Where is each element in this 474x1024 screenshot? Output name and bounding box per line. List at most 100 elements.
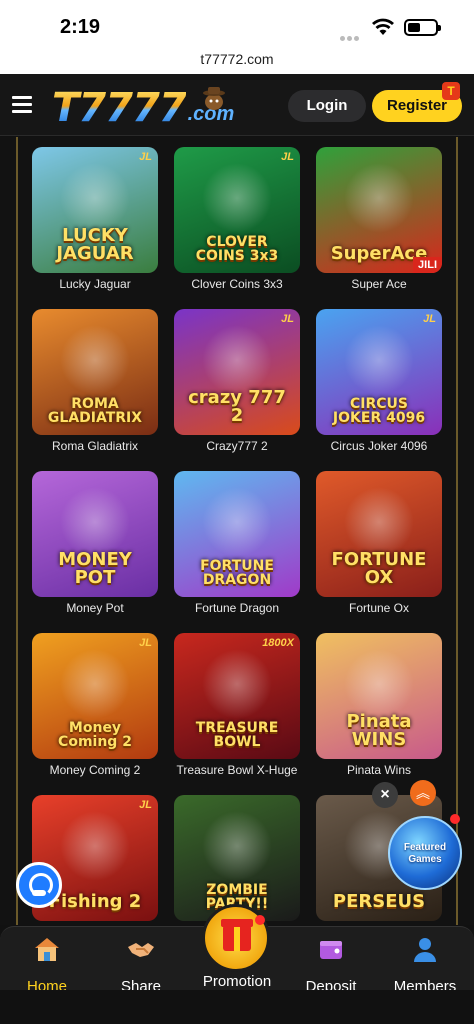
app-header: T7777 .com Login Register T: [0, 74, 474, 136]
provider-badge: JL: [281, 151, 294, 163]
person-icon: [414, 938, 436, 962]
thumbnail-glow: [60, 649, 130, 719]
game-thumbnail[interactable]: MONEY POT: [32, 471, 158, 597]
thumbnail-glow: [60, 325, 130, 395]
thumbnail-glow: [60, 487, 130, 557]
provider-badge: JL: [423, 313, 436, 325]
game-grid: LUCKY JAGUAR JL Lucky Jaguar CLOVER COINS 3…: [0, 137, 474, 925]
featured-games-button[interactable]: Featured Games: [388, 816, 462, 890]
nav-promotion-label: Promotion: [202, 973, 272, 990]
game-art-title: FORTUNE DRAGON: [200, 558, 274, 588]
game-art-title: Pinata WINS: [346, 711, 412, 750]
grid-peek-row: [0, 990, 474, 1024]
thumbnail-glow: [344, 325, 414, 395]
game-tile[interactable]: LUCKY JAGUAR JL Lucky Jaguar: [32, 147, 158, 291]
game-art-title: TREASURE BOWL: [195, 720, 279, 750]
game-name: Fortune Ox: [348, 601, 410, 615]
game-name: Money Coming 2: [49, 763, 141, 777]
provider-badge: JILI: [413, 257, 442, 273]
game-art-title: CIRCUS JOKER 4096: [332, 396, 426, 426]
game-thumbnail[interactable]: LUCKY JAGUAR JL: [32, 147, 158, 273]
thumbnail-glow: [60, 811, 130, 881]
provider-badge: JL: [139, 637, 152, 649]
game-tile[interactable]: MONEY POT Money Pot: [32, 471, 158, 615]
game-tile[interactable]: CLOVER COINS 3x3 JL Clover Coins 3x3: [174, 147, 300, 291]
featured-games-label: Featured Games: [403, 842, 447, 865]
game-name: Money Pot: [66, 601, 124, 615]
game-art-title: crazy 777 2: [188, 387, 286, 426]
wifi-icon: [372, 18, 394, 35]
provider-badge: 1800X: [262, 637, 294, 649]
game-name: Lucky Jaguar: [59, 277, 131, 291]
thumbnail-glow: [60, 163, 130, 233]
game-thumbnail[interactable]: FORTUNE DRAGON: [174, 471, 300, 597]
game-name: Crazy777 2: [206, 439, 268, 453]
scroll-top-button[interactable]: ︽: [410, 780, 436, 806]
game-tile[interactable]: Pinata WINS Pinata Wins: [316, 633, 442, 777]
thumbnail-glow: [344, 163, 414, 233]
nav-deposit[interactable]: Deposit: [286, 935, 376, 995]
wallet-icon: [320, 941, 342, 959]
game-art-title: LUCKY JAGUAR: [56, 225, 134, 264]
thumbnail-glow: [202, 649, 272, 719]
game-thumbnail[interactable]: SuperAce JILI: [316, 147, 442, 273]
handshake-icon: [128, 943, 154, 957]
status-time: 2:19: [60, 16, 101, 38]
login-button[interactable]: Login: [288, 90, 366, 122]
menu-icon[interactable]: [12, 96, 32, 113]
game-thumbnail[interactable]: TREASURE BOWL 1800X: [174, 633, 300, 759]
game-thumbnail[interactable]: Pinata WINS: [316, 633, 442, 759]
game-thumbnail[interactable]: CLOVER COINS 3x3 JL: [174, 147, 300, 273]
game-thumbnail[interactable]: FORTUNE OX: [316, 471, 442, 597]
game-name: Super Ace: [351, 277, 407, 291]
provider-badge: JL: [281, 313, 294, 325]
close-featured-button[interactable]: ×: [372, 782, 398, 808]
game-name: Circus Joker 4096: [330, 439, 428, 453]
game-tile[interactable]: SuperAce JILI Super Ace: [316, 147, 442, 291]
nav-share[interactable]: Share: [96, 935, 186, 995]
thumbnail-glow: [344, 487, 414, 557]
nav-home[interactable]: Home: [2, 935, 92, 995]
game-name: Roma Gladiatrix: [51, 439, 139, 453]
gift-icon: [221, 919, 253, 951]
game-art-title: MONEY POT: [58, 549, 132, 588]
grid-border-right: [456, 137, 458, 925]
thumbnail-glow: [202, 163, 272, 233]
game-tile[interactable]: ROMA GLADIATRIX Roma Gladiatrix: [32, 309, 158, 453]
game-name: Fortune Dragon: [194, 601, 280, 615]
thumbnail-glow: [202, 325, 272, 395]
home-icon: [35, 938, 59, 961]
game-art-title: FORTUNE OX: [331, 549, 427, 588]
promotion-button[interactable]: [202, 904, 270, 972]
status-dots-icon: [340, 28, 366, 41]
customer-support-icon[interactable]: [16, 862, 62, 908]
game-tile[interactable]: CIRCUS JOKER 4096 JL Circus Joker 4096: [316, 309, 442, 453]
status-bar: 2:19: [0, 0, 474, 48]
game-tile[interactable]: Fishing 2 JL: [32, 795, 158, 925]
game-thumbnail[interactable]: ROMA GLADIATRIX: [32, 309, 158, 435]
battery-icon: [404, 19, 441, 36]
game-name: Treasure Bowl X-Huge: [176, 763, 298, 777]
dog-mascot-icon: [203, 87, 225, 110]
game-thumbnail[interactable]: CIRCUS JOKER 4096 JL: [316, 309, 442, 435]
game-thumbnail[interactable]: Money Coming 2 JL: [32, 633, 158, 759]
game-art-title: ROMA GLADIATRIX: [47, 396, 143, 426]
game-tile[interactable]: TREASURE BOWL 1800X Treasure Bowl X-Huge: [174, 633, 300, 777]
url-bar[interactable]: t77772.com: [0, 48, 474, 74]
thumbnail-glow: [344, 649, 414, 719]
game-tile[interactable]: Money Coming 2 JL Money Coming 2: [32, 633, 158, 777]
game-name: Clover Coins 3x3: [191, 277, 283, 291]
register-badge: T: [442, 82, 460, 100]
game-thumbnail[interactable]: crazy 777 2 JL: [174, 309, 300, 435]
game-thumbnail[interactable]: ZOMBIE PARTY!!: [174, 795, 300, 921]
thumbnail-glow: [202, 487, 272, 557]
logo-text: T7777: [52, 85, 187, 131]
game-tile[interactable]: crazy 777 2 JL Crazy777 2: [174, 309, 300, 453]
thumbnail-glow: [202, 811, 272, 881]
promotion-notification-dot: [255, 915, 265, 925]
game-art-title: CLOVER COINS 3x3: [195, 234, 279, 264]
grid-border-left: [16, 137, 18, 925]
game-tile[interactable]: FORTUNE DRAGON Fortune Dragon: [174, 471, 300, 615]
nav-members[interactable]: Members: [380, 935, 470, 995]
game-tile[interactable]: FORTUNE OX Fortune Ox: [316, 471, 442, 615]
